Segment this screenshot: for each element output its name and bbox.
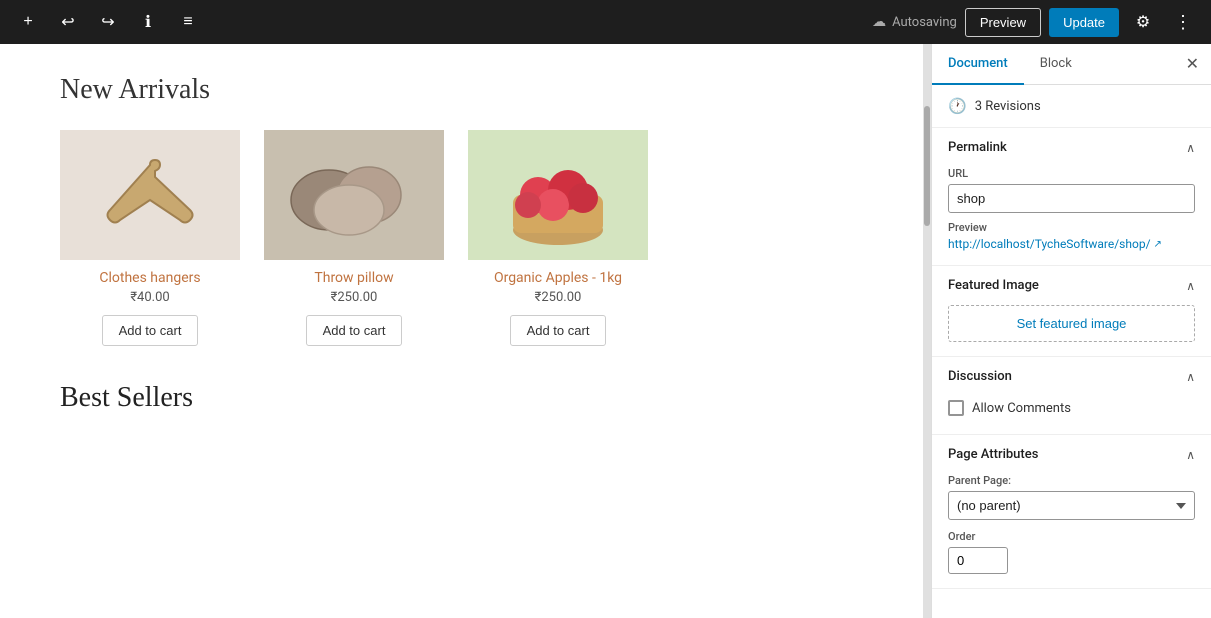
add-to-cart-button-2[interactable]: Add to cart <box>510 315 607 346</box>
allow-comments-label: Allow Comments <box>972 401 1071 416</box>
tab-document[interactable]: Document <box>932 44 1024 85</box>
tab-block[interactable]: Block <box>1024 44 1088 85</box>
product-image-wrap <box>468 130 648 260</box>
autosaving-label: Autosaving <box>892 15 957 30</box>
toolbar: + ↩ ↪ ℹ ≡ ☁ Autosaving Preview Update ⚙ … <box>0 0 1211 44</box>
featured-image-section: Featured Image ∧ Set featured image <box>932 266 1211 357</box>
undo-icon: ↩ <box>61 12 74 32</box>
permalink-chevron-icon: ∧ <box>1186 141 1195 155</box>
editor-scrollbar[interactable] <box>923 44 931 618</box>
product-price-0: ₹40.00 <box>130 290 169 305</box>
panel-body: 🕐 3 Revisions Permalink ∧ URL Preview ht… <box>932 85 1211 618</box>
product-card: Throw pillow ₹250.00 Add to cart <box>264 130 444 346</box>
add-button[interactable]: + <box>12 6 44 38</box>
permalink-section-content: URL Preview http://localhost/TycheSoftwa… <box>932 167 1211 265</box>
permalink-section-header[interactable]: Permalink ∧ <box>932 128 1211 167</box>
add-to-cart-button-0[interactable]: Add to cart <box>102 315 199 346</box>
featured-image-label: Featured Image <box>948 278 1039 293</box>
revisions-label: 3 Revisions <box>975 99 1041 114</box>
main-area: New Arrivals Clothes hangers ₹40.00 <box>0 44 1211 618</box>
revisions-row[interactable]: 🕐 3 Revisions <box>932 85 1211 128</box>
url-label: URL <box>948 167 1195 180</box>
order-input[interactable] <box>948 547 1008 574</box>
panel-tabs: Document Block ✕ <box>932 44 1211 85</box>
product-image-hanger <box>60 130 240 260</box>
product-image-apples <box>468 130 648 260</box>
preview-label: Preview <box>948 221 1195 234</box>
more-options-button[interactable]: ⋮ <box>1167 6 1199 38</box>
products-grid: Clothes hangers ₹40.00 Add to cart <box>60 130 863 346</box>
settings-button[interactable]: ⚙ <box>1127 6 1159 38</box>
add-icon: + <box>23 13 32 31</box>
panel-close-button[interactable]: ✕ <box>1174 44 1211 84</box>
featured-image-section-header[interactable]: Featured Image ∧ <box>932 266 1211 305</box>
discussion-section-header[interactable]: Discussion ∧ <box>932 357 1211 396</box>
info-icon: ℹ <box>145 12 151 32</box>
permalink-input[interactable] <box>948 184 1195 213</box>
parent-page-select[interactable]: (no parent) <box>948 491 1195 520</box>
product-card: Clothes hangers ₹40.00 Add to cart <box>60 130 240 346</box>
list-button[interactable]: ≡ <box>172 6 204 38</box>
info-button[interactable]: ℹ <box>132 6 164 38</box>
update-button[interactable]: Update <box>1049 8 1119 37</box>
undo-button[interactable]: ↩ <box>52 6 84 38</box>
featured-image-chevron-icon: ∧ <box>1186 279 1195 293</box>
editor-content: New Arrivals Clothes hangers ₹40.00 <box>0 44 923 618</box>
new-arrivals-title: New Arrivals <box>60 74 863 106</box>
scroll-area: New Arrivals Clothes hangers ₹40.00 <box>0 44 931 618</box>
external-link-icon: ↗ <box>1154 239 1162 250</box>
product-image-wrap <box>264 130 444 260</box>
cloud-icon: ☁ <box>872 14 886 30</box>
gear-icon: ⚙ <box>1136 12 1150 32</box>
product-name-0: Clothes hangers <box>99 270 200 286</box>
product-name-2: Organic Apples - 1kg <box>494 270 622 286</box>
page-attributes-section-header[interactable]: Page Attributes ∧ <box>932 435 1211 474</box>
product-image-pillow <box>264 130 444 260</box>
revisions-icon: 🕐 <box>948 97 967 115</box>
page-attributes-section-content: Parent Page: (no parent) Order <box>932 474 1211 588</box>
featured-image-section-content: Set featured image <box>932 305 1211 356</box>
order-label: Order <box>948 530 1195 543</box>
product-price-2: ₹250.00 <box>535 290 582 305</box>
discussion-section-content: Allow Comments <box>932 396 1211 434</box>
product-price-1: ₹250.00 <box>331 290 378 305</box>
best-sellers-title: Best Sellers <box>60 382 863 414</box>
discussion-label: Discussion <box>948 369 1012 384</box>
scrollbar-thumb[interactable] <box>924 106 930 226</box>
allow-comments-row: Allow Comments <box>948 396 1195 420</box>
right-panel: Document Block ✕ 🕐 3 Revisions Permalink… <box>931 44 1211 618</box>
preview-button[interactable]: Preview <box>965 8 1041 37</box>
discussion-chevron-icon: ∧ <box>1186 370 1195 384</box>
parent-page-label: Parent Page: <box>948 474 1195 487</box>
redo-icon: ↪ <box>101 12 114 32</box>
page-attributes-label: Page Attributes <box>948 447 1038 462</box>
set-featured-image-button[interactable]: Set featured image <box>948 305 1195 342</box>
permalink-section: Permalink ∧ URL Preview http://localhost… <box>932 128 1211 266</box>
permalink-link[interactable]: http://localhost/TycheSoftware/shop/ ↗ <box>948 237 1195 251</box>
list-icon: ≡ <box>183 13 192 31</box>
permalink-url-text: http://localhost/TycheSoftware/shop/ <box>948 237 1151 251</box>
more-options-icon: ⋮ <box>1174 12 1192 33</box>
discussion-section: Discussion ∧ Allow Comments <box>932 357 1211 435</box>
product-card: Organic Apples - 1kg ₹250.00 Add to cart <box>468 130 648 346</box>
add-to-cart-button-1[interactable]: Add to cart <box>306 315 403 346</box>
permalink-label: Permalink <box>948 140 1007 155</box>
allow-comments-checkbox[interactable] <box>948 400 964 416</box>
product-image-wrap <box>60 130 240 260</box>
redo-button[interactable]: ↪ <box>92 6 124 38</box>
page-attributes-chevron-icon: ∧ <box>1186 448 1195 462</box>
autosaving-status: ☁ Autosaving <box>872 14 957 30</box>
page-attributes-section: Page Attributes ∧ Parent Page: (no paren… <box>932 435 1211 589</box>
product-name-1: Throw pillow <box>314 270 393 286</box>
